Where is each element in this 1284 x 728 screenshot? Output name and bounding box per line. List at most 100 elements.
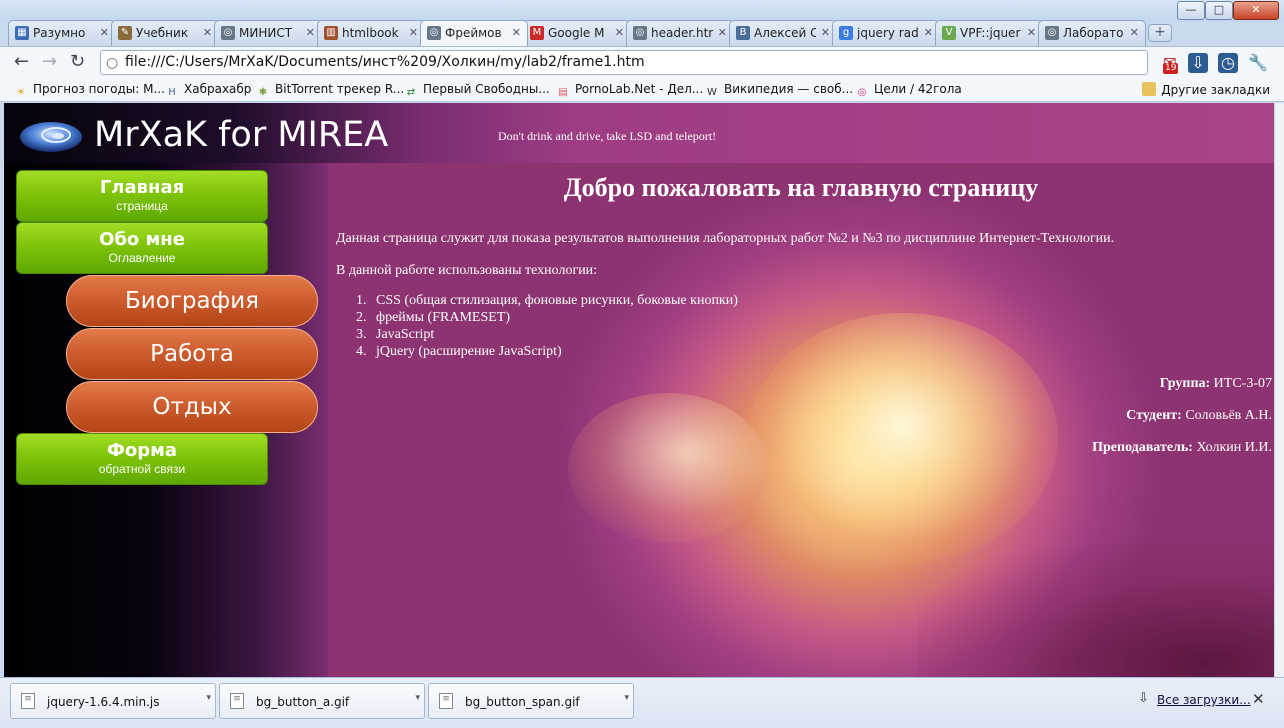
tab-close-icon[interactable]: ✕ (924, 26, 933, 39)
new-tab-button[interactable]: + (1148, 24, 1172, 42)
arrows-icon: ⇄ (406, 87, 416, 98)
menu-rest-button[interactable]: Отдых (66, 381, 318, 433)
address-bar[interactable]: ○ file:///C:/Users/MrXaK/Documents/инст%… (100, 50, 1148, 75)
tab-close-icon[interactable]: ✕ (1130, 26, 1139, 39)
browser-toolbar: ← → ↻ ○ file:///C:/Users/MrXaK/Documents… (0, 46, 1284, 78)
download-item[interactable]: ≡ bg_button_span.gif ▾ (428, 683, 634, 719)
site-title: MrXaK for MIREA (94, 115, 389, 155)
clock-extension-icon[interactable]: ◷ (1218, 53, 1238, 73)
close-shelf-icon[interactable]: ✕ (1252, 690, 1265, 708)
chevron-down-icon[interactable]: ▾ (415, 693, 420, 703)
file-icon: ≡ (230, 693, 244, 709)
technology-list-item: 2. фреймы (FRAMESET) (356, 310, 738, 327)
tab-close-icon[interactable]: ✕ (1027, 26, 1036, 39)
download-extension-icon[interactable]: ⇩ (1188, 53, 1208, 73)
globe-icon: ◎ (221, 26, 235, 40)
bookmark-label: BitTorrent трекер R... (275, 82, 405, 96)
chevron-down-icon[interactable]: ▾ (624, 693, 629, 703)
minimize-button[interactable]: — (1177, 1, 1205, 20)
bookmark-item[interactable]: W Википедия — своб... (705, 82, 853, 100)
tab-9[interactable]: V VPF::jquer ✕ (935, 20, 1043, 46)
list-item-text: jQuery (расширение JavaScript) (376, 344, 562, 359)
tab-close-icon[interactable]: ✕ (306, 26, 315, 39)
globe-icon: ◎ (1045, 26, 1059, 40)
background-fractal-core (748, 313, 1058, 563)
close-window-button[interactable]: ✕ (1233, 1, 1279, 20)
technology-list-item: 1. CSS (общая стилизация, фоновые рисунки… (356, 293, 738, 310)
tab-7[interactable]: В Алексей С ✕ (729, 20, 837, 46)
bookmark-item[interactable]: ✱ BitTorrent трекер R... (256, 82, 404, 100)
maximize-button[interactable]: □ (1205, 1, 1233, 20)
chevron-down-icon[interactable]: ▾ (206, 693, 211, 703)
bookmark-item[interactable]: ◎ Цели / 42гола (855, 82, 962, 100)
tab-close-icon[interactable]: ✕ (203, 26, 212, 39)
gmail-icon: M (530, 26, 544, 40)
tab-title: htmlbook (342, 26, 399, 40)
tab-0[interactable]: ▦ Разумно ✕ (8, 20, 116, 46)
group-info: Группа: ИТС-3-07 (1160, 376, 1272, 392)
all-downloads-link[interactable]: Все загрузки... (1157, 693, 1251, 707)
page-icon: ▤ (558, 87, 568, 98)
tab-title: Учебник (136, 26, 189, 40)
bookmark-label: Первый Свободны... (423, 82, 550, 96)
weather-icon: ☀ (16, 87, 26, 98)
menu-home-button[interactable]: Главная страница (16, 170, 268, 222)
tab-10[interactable]: ◎ Лаборато ✕ (1038, 20, 1146, 46)
group-value: ИТС-3-07 (1213, 376, 1272, 391)
menu-biography-button[interactable]: Биография (66, 275, 318, 327)
tab-close-icon[interactable]: ✕ (409, 26, 418, 39)
page-heading: Добро пожаловать на главную страницу (563, 173, 1039, 202)
menu-home-sublabel: страница (116, 199, 168, 213)
tab-title: Фреймов (445, 26, 502, 40)
menu-work-button[interactable]: Работа (66, 328, 318, 380)
list-item-text: JavaScript (376, 327, 435, 342)
tab-4[interactable]: ◎ Фреймов ✕ (420, 20, 528, 46)
tab-5[interactable]: M Google M ✕ (523, 20, 631, 46)
wrench-menu-icon[interactable]: 🔧 (1248, 53, 1268, 73)
tab-close-icon[interactable]: ✕ (512, 26, 521, 39)
page-viewport: MrXaK for MIREA Don't drink and drive, t… (4, 103, 1274, 677)
tab-close-icon[interactable]: ✕ (100, 26, 109, 39)
tab-8[interactable]: g jquery rad ✕ (832, 20, 940, 46)
intro-paragraph: Данная страница служит для показа резуль… (336, 231, 1115, 246)
vertical-scrollbar[interactable] (1274, 103, 1284, 677)
list-number: 2. (356, 310, 367, 325)
back-arrow-icon[interactable]: ← (14, 52, 29, 72)
download-item[interactable]: ≡ jquery-1.6.4.min.js ▾ (10, 683, 216, 719)
bookmark-label: Википедия — своб... (724, 82, 854, 96)
tab-title: Алексей С (754, 26, 816, 40)
bookmark-item[interactable]: ⇄ Первый Свободны... (404, 82, 550, 100)
site-header: MrXaK for MIREA Don't drink and drive, t… (4, 103, 1274, 163)
download-filename: jquery-1.6.4.min.js (47, 695, 160, 709)
ruler-icon: ▦ (15, 26, 29, 40)
teacher-label: Преподаватель: (1092, 440, 1193, 455)
window-titlebar: — □ ✕ (0, 0, 1284, 22)
bookmark-item[interactable]: ☀ Прогноз погоды: М... (14, 82, 165, 100)
site-slogan: Don't drink and drive, take LSD and tele… (498, 129, 717, 143)
tab-2[interactable]: ◎ МИНИСТ ✕ (214, 20, 322, 46)
bookmark-label: PornoLab.Net - Дел... (575, 82, 704, 96)
menu-about-button[interactable]: Обо мне Оглавление (16, 222, 268, 274)
tab-title: Лаборато (1063, 26, 1124, 40)
tab-6[interactable]: ◎ header.htr ✕ (626, 20, 734, 46)
habr-icon: H (168, 87, 176, 98)
forward-arrow-icon[interactable]: → (42, 52, 57, 72)
tab-close-icon[interactable]: ✕ (821, 26, 830, 39)
tab-close-icon[interactable]: ✕ (615, 26, 624, 39)
student-label: Студент: (1126, 408, 1182, 423)
other-bookmarks-folder[interactable]: Другие закладки (1142, 82, 1270, 97)
tab-title: Google M (548, 26, 605, 40)
site-logo-icon (20, 122, 82, 152)
tab-close-icon[interactable]: ✕ (718, 26, 727, 39)
bookmark-item[interactable]: ▤ PornoLab.Net - Дел... (556, 82, 703, 100)
menu-feedback-form-button[interactable]: Форма обратной связи (16, 433, 268, 485)
tab-1[interactable]: ✎ Учебник ✕ (111, 20, 219, 46)
mail-extension-icon[interactable]: ✉19 (1160, 53, 1180, 74)
download-item[interactable]: ≡ bg_button_a.gif ▾ (219, 683, 425, 719)
list-item-text: CSS (общая стилизация, фоновые рисунки, … (376, 293, 738, 308)
bookmark-item[interactable]: H Хабрахабр (165, 82, 251, 100)
teacher-info: Преподаватель: Холкин И.И. (1092, 440, 1272, 456)
reload-icon[interactable]: ↻ (70, 52, 85, 72)
tab-3[interactable]: ▥ htmlbook ✕ (317, 20, 425, 46)
file-icon: ≡ (439, 693, 453, 709)
